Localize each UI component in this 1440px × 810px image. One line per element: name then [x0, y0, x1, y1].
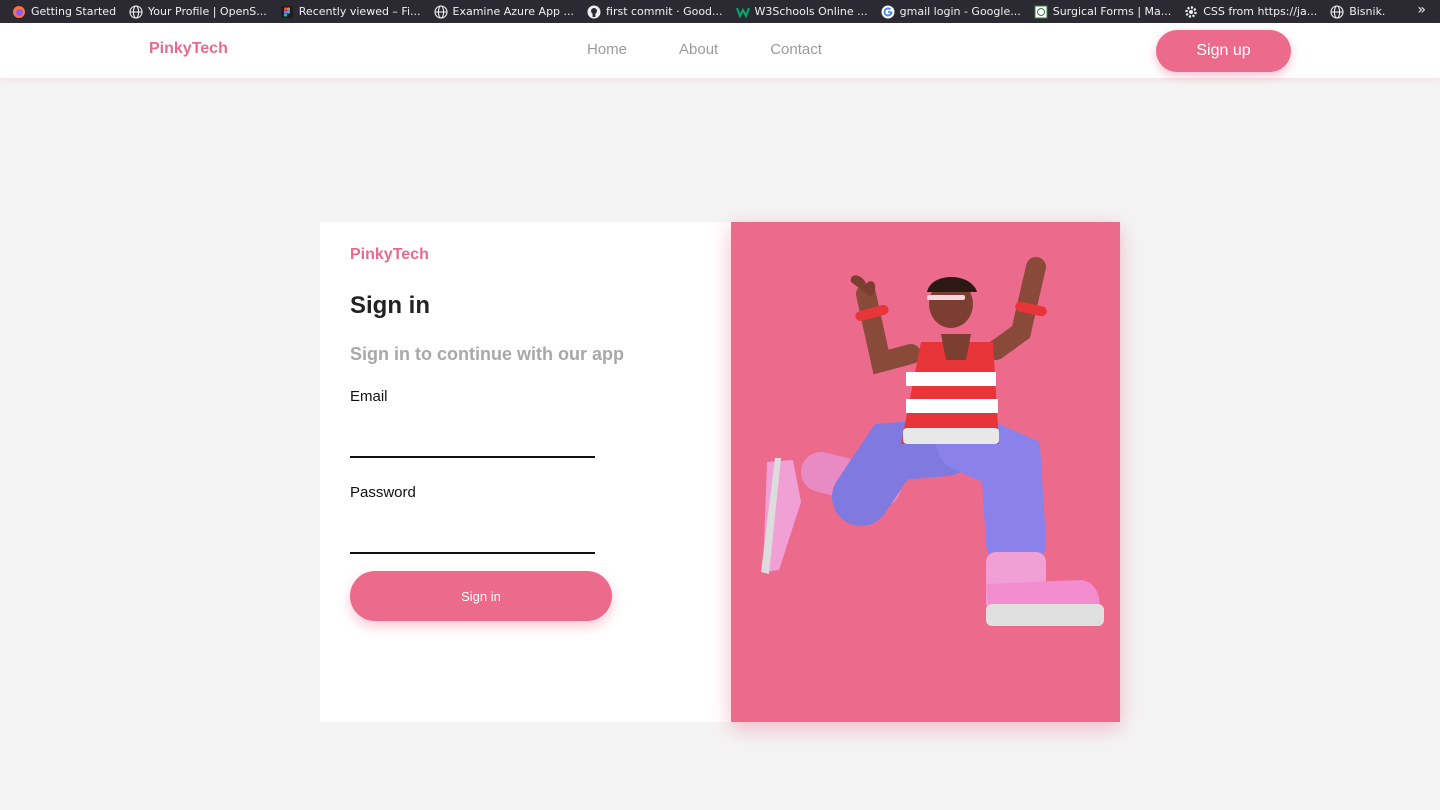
- firefox-icon: [12, 5, 26, 19]
- bookmark-label: Recently viewed – Fi...: [298, 5, 421, 18]
- figma-icon: [280, 5, 294, 19]
- nav-link-contact[interactable]: Contact: [770, 41, 822, 58]
- bookmark-label: first commit · Good...: [606, 5, 723, 18]
- bookmark-label: Bisnik.: [1349, 5, 1386, 18]
- email-label: Email: [350, 388, 388, 405]
- bookmark-label: CSS from https://ja...: [1203, 5, 1318, 18]
- bookmark-azure[interactable]: Examine Azure App ...: [433, 4, 575, 19]
- bookmark-github[interactable]: first commit · Good...: [587, 5, 723, 19]
- bookmark-gmail-login[interactable]: gmail login - Google...: [881, 5, 1021, 19]
- bookmark-surgical-forms[interactable]: Surgical Forms | Ma...: [1034, 5, 1172, 19]
- illustration-panel: [731, 222, 1120, 722]
- globe-icon: [433, 4, 448, 19]
- bookmark-bisnik[interactable]: Bisnik.: [1330, 4, 1386, 19]
- bookmark-opensea-profile[interactable]: Your Profile | OpenS...: [129, 4, 267, 19]
- nav-links: Home About Contact: [587, 41, 874, 58]
- bookmark-label: Getting Started: [31, 5, 117, 18]
- bookmark-label: Surgical Forms | Ma...: [1052, 5, 1172, 18]
- signin-button[interactable]: Sign in: [350, 571, 612, 621]
- running-person-illustration: [761, 257, 1104, 626]
- form-title: Sign in: [350, 292, 430, 319]
- gear-icon: [1184, 5, 1198, 19]
- form-brand-logo: PinkyTech: [350, 246, 429, 263]
- github-icon: [587, 5, 601, 19]
- bookmark-label: gmail login - Google...: [899, 5, 1021, 18]
- email-field[interactable]: [350, 428, 595, 458]
- bookmark-label: Examine Azure App ...: [452, 5, 575, 18]
- bookmark-label: Your Profile | OpenS...: [148, 5, 267, 18]
- site-icon: [1034, 5, 1048, 19]
- w3schools-icon: [735, 5, 750, 19]
- bookmark-figma[interactable]: Recently viewed – Fi...: [280, 5, 421, 19]
- globe-icon: [129, 4, 143, 19]
- nav-link-home[interactable]: Home: [587, 41, 627, 58]
- bookmark-w3schools[interactable]: W3Schools Online ...: [735, 5, 868, 19]
- globe-icon: [1330, 4, 1344, 19]
- bookmark-css[interactable]: CSS from https://ja...: [1184, 5, 1317, 19]
- google-icon: [881, 5, 895, 19]
- signin-form-panel: PinkyTech Sign in Sign in to continue wi…: [320, 222, 731, 722]
- nav-link-about[interactable]: About: [679, 41, 718, 58]
- signup-button[interactable]: Sign up: [1156, 30, 1291, 72]
- password-label: Password: [350, 484, 416, 501]
- chevron-double-right-icon[interactable]: »: [1417, 2, 1426, 18]
- bookmark-getting-started[interactable]: Getting Started: [12, 5, 116, 19]
- nav-brand-logo[interactable]: PinkyTech: [149, 40, 228, 58]
- bookmarks-bar: Getting Started Your Profile | OpenS... …: [0, 0, 1440, 23]
- bookmark-label: W3Schools Online ...: [754, 5, 868, 18]
- form-subtitle: Sign in to continue with our app: [350, 344, 624, 364]
- password-field[interactable]: [350, 524, 595, 554]
- navbar: PinkyTech Home About Contact Sign up: [0, 23, 1440, 78]
